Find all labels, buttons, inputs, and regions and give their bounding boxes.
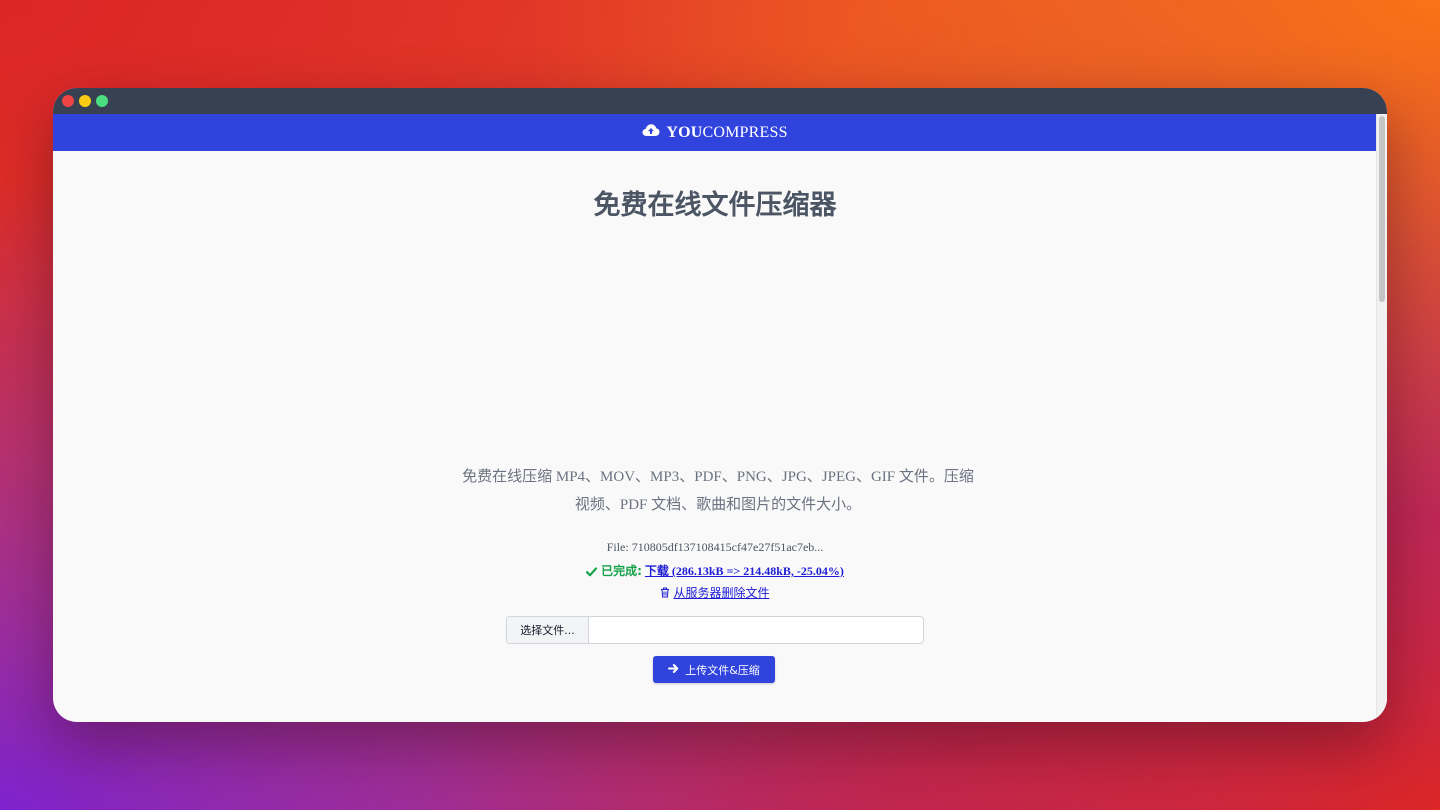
check-icon (585, 566, 598, 581)
brand-name-rest: COMPRESS (702, 123, 788, 141)
brand-logo[interactable]: YOU COMPRESS (642, 123, 787, 142)
upload-button-label: 上传文件&压缩 (685, 663, 760, 677)
upload-compress-button[interactable]: 上传文件&压缩 (653, 656, 775, 683)
top-navbar: YOU COMPRESS (53, 114, 1377, 151)
minimize-window-button[interactable] (79, 95, 91, 107)
window-titlebar (53, 88, 1387, 114)
status-label: 已完成: (601, 564, 642, 578)
brand-name-bold: YOU (666, 123, 703, 141)
page-description: 免费在线压缩 MP4、MOV、MP3、PDF、PNG、JPG、JPEG、GIF … (462, 469, 974, 513)
file-input[interactable]: 选择文件... (506, 616, 924, 644)
main-content: 免费在线文件压缩器 免费在线压缩 MP4、MOV、MP3、PDF、PNG、JPG… (53, 151, 1377, 722)
compression-status: 已完成: 下载 (286.13kB => 214.48kB, -25.04%) (53, 562, 1377, 581)
file-name-field[interactable] (589, 617, 923, 643)
download-link[interactable]: 下载 (286.13kB => 214.48kB, -25.04%) (645, 564, 844, 578)
choose-file-button[interactable]: 选择文件... (507, 617, 589, 643)
maximize-window-button[interactable] (96, 95, 108, 107)
delete-file-row: 从服务器删除文件 (53, 584, 1377, 602)
delete-file-link[interactable]: 从服务器删除文件 (673, 586, 769, 600)
uploaded-file-label: File: 710805df137108415cf47e27f51ac7eb..… (606, 540, 824, 554)
page-scrollbar[interactable] (1376, 114, 1387, 722)
page-title: 免费在线文件压缩器 (593, 190, 837, 221)
scrollbar-thumb[interactable] (1379, 116, 1385, 302)
trash-icon (660, 587, 670, 602)
browser-window: YOU COMPRESS 免费在线文件压缩器 免费在线压缩 MP4、MOV、MP3… (53, 88, 1387, 722)
close-window-button[interactable] (62, 95, 74, 107)
cloud-upload-icon (642, 123, 660, 142)
arrow-right-icon (668, 663, 679, 677)
